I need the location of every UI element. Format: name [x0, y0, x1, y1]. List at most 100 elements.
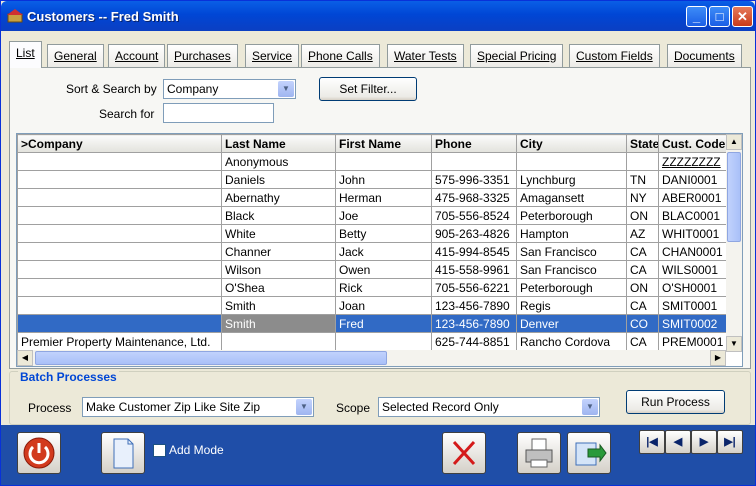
cell-cust-code[interactable]: O'SH0001: [658, 278, 727, 297]
scroll-thumb[interactable]: [727, 152, 741, 242]
maximize-icon[interactable]: □: [709, 6, 730, 27]
cell-first-name[interactable]: Joe: [335, 206, 432, 225]
cell-cust-code[interactable]: ABER0001: [658, 188, 727, 207]
tab-account[interactable]: Account: [108, 44, 166, 67]
cell-first-name[interactable]: [335, 332, 432, 351]
cell-company[interactable]: Premier Property Maintenance, Ltd.: [17, 332, 222, 351]
cell-cust-code[interactable]: BLAC0001: [658, 206, 727, 225]
process-select[interactable]: Make Customer Zip Like Site Zip ▼: [82, 397, 314, 417]
cell-company[interactable]: [17, 260, 222, 279]
cell-phone[interactable]: 705-556-6221: [431, 278, 517, 297]
cell-cust-code[interactable]: ZZZZZZZZ: [658, 152, 727, 171]
col-city[interactable]: City: [516, 134, 627, 153]
cell-phone[interactable]: [431, 152, 517, 171]
cell-company[interactable]: [17, 278, 222, 297]
cell-cust-code[interactable]: WHIT0001: [658, 224, 727, 243]
cell-last-name[interactable]: Daniels: [221, 170, 336, 189]
col-company[interactable]: >Company: [17, 134, 222, 153]
search-input[interactable]: [163, 103, 274, 123]
cell-phone[interactable]: 705-556-8524: [431, 206, 517, 225]
scope-select[interactable]: Selected Record Only ▼: [378, 397, 600, 417]
cell-company[interactable]: [17, 206, 222, 225]
cell-city[interactable]: Peterborough: [516, 206, 627, 225]
export-button[interactable]: [567, 432, 611, 474]
scroll-left-icon[interactable]: ◀: [17, 350, 33, 366]
cell-phone[interactable]: 575-996-3351: [431, 170, 517, 189]
cell-company[interactable]: [17, 224, 222, 243]
cell-city[interactable]: Amagansett: [516, 188, 627, 207]
tab-custom-fields[interactable]: Custom Fields: [569, 44, 660, 67]
cell-cust-code[interactable]: PREM0001: [658, 332, 727, 351]
cell-city[interactable]: Peterborough: [516, 278, 627, 297]
minimize-icon[interactable]: _: [686, 6, 707, 27]
cell-phone[interactable]: 123-456-7890: [431, 314, 517, 333]
next-record-icon[interactable]: ▶: [691, 430, 717, 454]
cell-last-name[interactable]: Abernathy: [221, 188, 336, 207]
previous-record-icon[interactable]: ◀: [665, 430, 691, 454]
table-row[interactable]: Channer Jack 415-994-8545 San Francisco CA CH…: [17, 242, 727, 261]
cell-first-name[interactable]: Betty: [335, 224, 432, 243]
run-process-button[interactable]: Run Process: [626, 390, 725, 414]
cell-phone[interactable]: 475-968-3325: [431, 188, 517, 207]
cell-first-name[interactable]: Rick: [335, 278, 432, 297]
scroll-up-icon[interactable]: ▲: [726, 134, 742, 150]
print-button[interactable]: [517, 432, 561, 474]
table-row[interactable]: O'Shea Rick 705-556-6221 Peterborough ON O'SH…: [17, 278, 727, 297]
cell-phone[interactable]: 123-456-7890: [431, 296, 517, 315]
chevron-down-icon[interactable]: ▼: [296, 399, 312, 415]
cell-first-name[interactable]: [335, 152, 432, 171]
cell-state[interactable]: ON: [626, 278, 659, 297]
customers-grid[interactable]: >Company Last Name First Name Phone City…: [16, 133, 743, 367]
cell-state[interactable]: CA: [626, 332, 659, 351]
cell-cust-code[interactable]: WILS0001: [658, 260, 727, 279]
cell-state[interactable]: CA: [626, 296, 659, 315]
title-bar[interactable]: Customers -- Fred Smith _ □ ✕: [1, 1, 755, 31]
tab-phone-calls[interactable]: Phone Calls: [301, 44, 380, 67]
cell-company[interactable]: [17, 296, 222, 315]
table-row[interactable]: Premier Property Maintenance, Ltd. 625-74…: [17, 332, 727, 351]
cell-first-name[interactable]: Owen: [335, 260, 432, 279]
chevron-down-icon[interactable]: ▼: [582, 399, 598, 415]
set-filter-button[interactable]: Set Filter...: [319, 77, 417, 101]
cell-city[interactable]: Rancho Cordova: [516, 332, 627, 351]
cell-company[interactable]: [17, 170, 222, 189]
tab-water-tests[interactable]: Water Tests: [387, 44, 464, 67]
scroll-right-icon[interactable]: ▶: [710, 350, 726, 366]
cell-last-name[interactable]: Smith: [221, 314, 336, 333]
cell-city[interactable]: Denver: [516, 314, 627, 333]
cell-city[interactable]: San Francisco: [516, 260, 627, 279]
last-record-icon[interactable]: ▶|: [717, 430, 743, 454]
cell-phone[interactable]: 415-994-8545: [431, 242, 517, 261]
cell-last-name[interactable]: Wilson: [221, 260, 336, 279]
col-last-name[interactable]: Last Name: [221, 134, 336, 153]
chevron-down-icon[interactable]: ▼: [278, 81, 294, 97]
tab-purchases[interactable]: Purchases: [167, 44, 238, 67]
table-row[interactable]: Smith Joan 123-456-7890 Regis CA SMIT0001: [17, 296, 727, 315]
table-row[interactable]: Abernathy Herman 475-968-3325 Amagansett NY A…: [17, 188, 727, 207]
cell-last-name[interactable]: Smith: [221, 296, 336, 315]
table-row[interactable]: Wilson Owen 415-558-9961 San Francisco CA WIL…: [17, 260, 727, 279]
cell-phone[interactable]: 905-263-4826: [431, 224, 517, 243]
table-row[interactable]: Daniels John 575-996-3351 Lynchburg TN DANI00…: [17, 170, 727, 189]
tab-special-pricing[interactable]: Special Pricing: [470, 44, 564, 67]
sort-by-select[interactable]: Company ▼: [163, 79, 296, 99]
table-row[interactable]: Anonymous ZZZZZZZZ: [17, 152, 727, 171]
tab-list[interactable]: List: [9, 41, 42, 68]
cell-state[interactable]: NY: [626, 188, 659, 207]
table-row[interactable]: Smith Fred 123-456-7890 Denver CO SMIT0002: [17, 314, 727, 333]
tab-service[interactable]: Service: [245, 44, 300, 67]
horizontal-scrollbar[interactable]: ◀ ▶: [17, 350, 726, 366]
cell-last-name[interactable]: Channer: [221, 242, 336, 261]
cell-last-name[interactable]: Anonymous: [221, 152, 336, 171]
cell-company[interactable]: [17, 188, 222, 207]
cell-city[interactable]: Hampton: [516, 224, 627, 243]
cell-phone[interactable]: 625-744-8851: [431, 332, 517, 351]
col-first-name[interactable]: First Name: [335, 134, 432, 153]
cell-phone[interactable]: 415-558-9961: [431, 260, 517, 279]
table-row[interactable]: White Betty 905-263-4826 Hampton AZ WHIT0001: [17, 224, 727, 243]
cell-company[interactable]: [17, 242, 222, 261]
cell-city[interactable]: [516, 152, 627, 171]
table-row[interactable]: Black Joe 705-556-8524 Peterborough ON BLAC00…: [17, 206, 727, 225]
vertical-scrollbar[interactable]: ▲ ▼: [726, 134, 742, 352]
cell-state[interactable]: CO: [626, 314, 659, 333]
